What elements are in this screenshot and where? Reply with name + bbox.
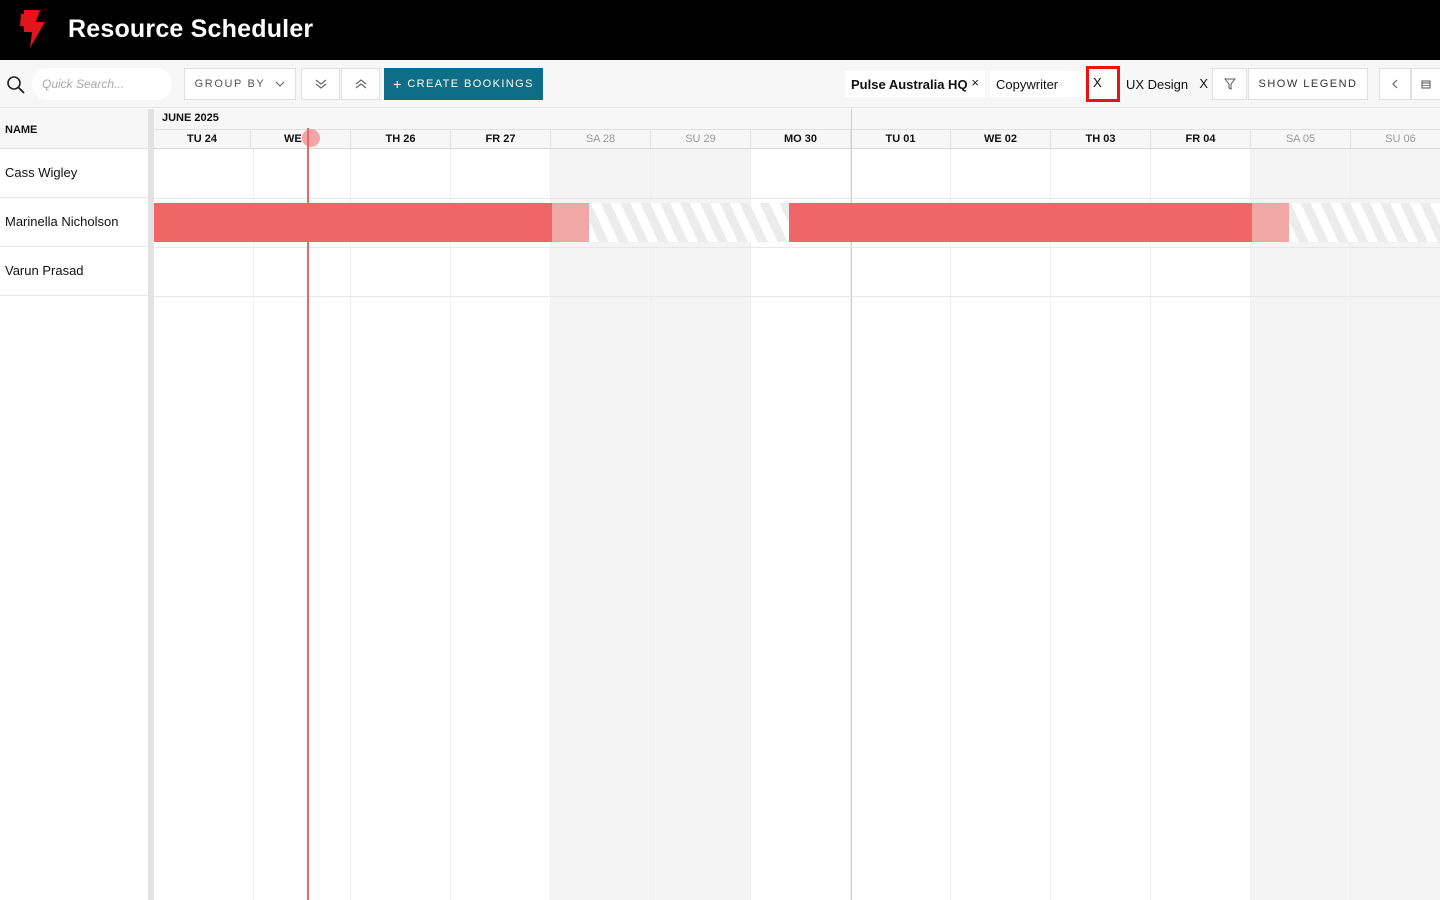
day-header: SA 05 — [1251, 129, 1351, 149]
today-marker — [302, 129, 320, 147]
day-column[interactable] — [251, 149, 351, 900]
day-header: FR 04 — [1151, 129, 1251, 149]
resource-row[interactable]: Varun Prasad — [0, 247, 148, 296]
filter-funnel-icon — [1223, 78, 1236, 90]
filter-chip-label: Copywriter — [996, 76, 1059, 92]
day-column-weekend[interactable] — [1251, 149, 1351, 900]
remove-filter-icon[interactable]: X — [1199, 76, 1208, 91]
quick-search-input[interactable] — [32, 68, 172, 100]
day-column[interactable] — [1051, 149, 1151, 900]
plus-icon: + — [393, 76, 402, 92]
filter-chip-label: Pulse Australia HQ — [851, 76, 968, 92]
resource-name: Marinella Nicholson — [5, 214, 119, 229]
resource-row[interactable]: Cass Wigley — [0, 149, 148, 198]
timeline-grid: JUNE 2025 TU 24 WE 25 TH 26 FR 27 SA 28 … — [154, 109, 1440, 900]
filter-chip-ux-design: UX Design X — [1120, 71, 1212, 97]
day-header: TH 03 — [1051, 129, 1151, 149]
row-divider — [154, 247, 1440, 248]
create-bookings-button[interactable]: + CREATE BOOKINGS — [384, 68, 543, 100]
group-by-dropdown[interactable]: GROUP BY — [184, 68, 296, 100]
double-chevron-down-icon — [315, 79, 326, 89]
non-working-hatch — [589, 203, 789, 242]
day-header: SU 29 — [651, 129, 751, 149]
resource-name: Cass Wigley — [5, 165, 78, 180]
today-line — [307, 128, 309, 900]
day-column[interactable] — [851, 149, 951, 900]
month-header: JUNE 2025 — [154, 109, 1440, 129]
filter-chip-pulse-australia-hq: Pulse Australia HQ × — [845, 71, 985, 97]
app-title: Resource Scheduler — [68, 15, 314, 43]
lightning-bolt-logo-icon[interactable] — [18, 10, 48, 50]
collapse-all-button[interactable] — [341, 68, 380, 100]
double-chevron-up-icon — [355, 79, 366, 89]
calendar-icon — [1421, 80, 1431, 89]
remove-filter-icon[interactable]: × — [971, 75, 979, 90]
name-header-label: NAME — [5, 124, 38, 136]
day-header: FR 27 — [451, 129, 551, 149]
booking-bar-tail[interactable] — [552, 203, 589, 242]
remove-copywriter-filter-button[interactable]: X — [1086, 66, 1120, 102]
day-column[interactable] — [951, 149, 1051, 900]
name-column-header[interactable]: NAME — [0, 109, 148, 149]
day-header: TH 26 — [351, 129, 451, 149]
app-header: Resource Scheduler — [0, 0, 1440, 60]
resource-name: Varun Prasad — [5, 263, 84, 278]
non-working-hatch — [1289, 203, 1440, 242]
day-column[interactable] — [154, 149, 254, 900]
booking-bar[interactable] — [154, 203, 552, 242]
chevron-left-icon — [1392, 79, 1398, 89]
toolbar: GROUP BY + CREATE BOOKINGS Pulse Austral… — [0, 60, 1440, 108]
day-column[interactable] — [751, 149, 851, 900]
day-header: SA 28 — [551, 129, 651, 149]
day-header: WE 02 — [951, 129, 1051, 149]
day-column[interactable] — [1151, 149, 1251, 900]
day-column[interactable] — [351, 149, 451, 900]
day-header: TU 24 — [154, 129, 251, 149]
group-by-label: GROUP BY — [194, 78, 266, 90]
row-divider — [154, 296, 1440, 297]
day-header: MO 30 — [751, 129, 851, 149]
day-column-weekend[interactable] — [551, 149, 651, 900]
filter-chip-copywriter: Copywriter — [990, 71, 1086, 97]
row-divider — [154, 198, 1440, 199]
filter-chip-label: UX Design — [1126, 76, 1189, 92]
day-column-weekend[interactable] — [1351, 149, 1440, 900]
day-column[interactable] — [451, 149, 551, 900]
day-header: TU 01 — [851, 129, 951, 149]
day-header: SU 06 — [1351, 129, 1440, 149]
resource-names-column: NAME Cass Wigley Marinella Nicholson Var… — [0, 109, 148, 900]
previous-period-button[interactable] — [1379, 68, 1411, 100]
chevron-down-icon — [275, 81, 285, 87]
filter-button[interactable] — [1212, 68, 1247, 100]
create-bookings-label: CREATE BOOKINGS — [407, 78, 534, 90]
day-column-weekend[interactable] — [651, 149, 751, 900]
expand-all-button[interactable] — [301, 68, 340, 100]
booking-bar-tail[interactable] — [1252, 203, 1289, 242]
day-header: WE 25 — [251, 129, 351, 149]
search-icon[interactable] — [6, 75, 26, 95]
show-legend-button[interactable]: SHOW LEGEND — [1248, 68, 1368, 100]
booking-bar[interactable] — [789, 203, 1252, 242]
calendar-button[interactable] — [1411, 68, 1440, 100]
month-label: JUNE 2025 — [162, 112, 219, 124]
resource-row[interactable]: Marinella Nicholson — [0, 198, 148, 247]
